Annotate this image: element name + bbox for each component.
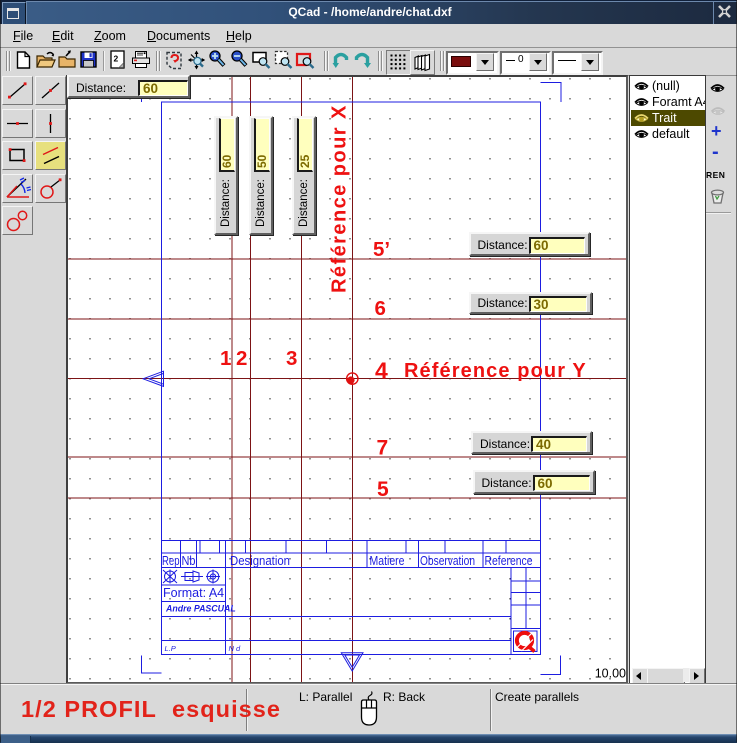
svg-text:3: 3 (286, 347, 297, 370)
svg-text:N d: N d (229, 644, 242, 653)
svg-text:4: 4 (375, 358, 388, 384)
svg-text:Observation: Observation (420, 553, 475, 568)
svg-text:Andre PASCUAL: Andre PASCUAL (165, 604, 236, 614)
svg-text:Format: A4: Format: A4 (163, 586, 224, 600)
svg-text:2: 2 (114, 54, 119, 64)
svg-text:6: 6 (375, 297, 386, 320)
svg-text:Référence pour X: Référence pour X (329, 104, 351, 293)
svg-text:Rep: Rep (162, 553, 180, 568)
svg-text:Designation: Designation (230, 553, 290, 568)
svg-text:Matiere: Matiere (370, 553, 405, 568)
svg-text:Nb: Nb (182, 553, 196, 568)
svg-text:7: 7 (377, 437, 389, 460)
svg-text:5’: 5’ (373, 238, 390, 261)
svg-text:5: 5 (377, 478, 389, 501)
svg-text:10.00: 10.00 (595, 667, 626, 681)
svg-text:2: 2 (236, 347, 247, 370)
svg-text:Référence pour Y: Référence pour Y (404, 360, 587, 382)
svg-text:L.P: L.P (165, 644, 176, 653)
svg-text:Reference: Reference (485, 553, 533, 568)
svg-text:1: 1 (220, 347, 231, 370)
